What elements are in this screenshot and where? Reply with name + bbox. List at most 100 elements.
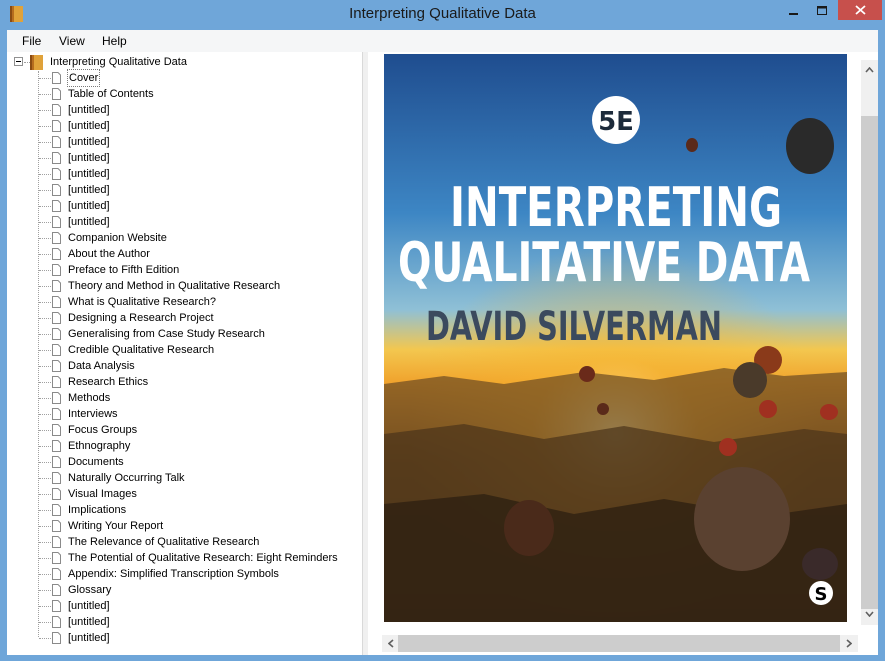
- tree-item[interactable]: Data Analysis: [68, 358, 135, 374]
- tree-item[interactable]: Methods: [68, 390, 110, 406]
- page-icon: [52, 616, 61, 628]
- tree-item[interactable]: [untitled]: [68, 166, 110, 182]
- tree-item[interactable]: [untitled]: [68, 614, 110, 630]
- close-button[interactable]: [838, 0, 882, 20]
- tree-item[interactable]: Focus Groups: [68, 422, 137, 438]
- toc-tree[interactable]: Interpreting Qualitative Data Cover Table…: [7, 52, 362, 655]
- page-icon: [52, 504, 61, 516]
- tree-item[interactable]: Cover: [66, 69, 101, 87]
- tree-item[interactable]: Appendix: Simplified Transcription Symbo…: [68, 566, 279, 582]
- page-icon: [52, 136, 61, 148]
- maximize-icon: [816, 6, 827, 15]
- page-icon: [52, 376, 61, 388]
- tree-item[interactable]: Credible Qualitative Research: [68, 342, 214, 358]
- page-icon: [52, 104, 61, 116]
- tree-item[interactable]: [untitled]: [68, 102, 110, 118]
- page-icon: [52, 440, 61, 452]
- tree-item[interactable]: Naturally Occurring Talk: [68, 470, 185, 486]
- menu-file[interactable]: File: [22, 34, 41, 48]
- page-icon: [52, 168, 61, 180]
- cover-image: 5E INTERPRETING QUALITATIVE DATA DAVID S…: [384, 54, 847, 622]
- page-icon: [52, 200, 61, 212]
- tree-connector: [39, 238, 51, 239]
- tree-item[interactable]: [untitled]: [68, 134, 110, 150]
- tree-item[interactable]: [untitled]: [68, 198, 110, 214]
- tree-connector: [39, 366, 51, 367]
- cover-title-line2: QUALITATIVE DATA: [398, 231, 810, 294]
- tree-item[interactable]: The Relevance of Qualitative Research: [68, 534, 259, 550]
- tree-item[interactable]: Ethnography: [68, 438, 130, 454]
- tree-connector: [39, 414, 51, 415]
- tree-item[interactable]: Theory and Method in Qualitative Researc…: [68, 278, 280, 294]
- tree-item[interactable]: What is Qualitative Research?: [68, 294, 216, 310]
- book-cover: 5E INTERPRETING QUALITATIVE DATA DAVID S…: [384, 54, 847, 622]
- tree-connector: [39, 126, 51, 127]
- tree-item[interactable]: Table of Contents: [68, 86, 154, 102]
- tree-item[interactable]: Visual Images: [68, 486, 137, 502]
- vertical-scroll-thumb[interactable]: [861, 116, 878, 609]
- page-icon: [52, 520, 61, 532]
- edition-label: 5E: [598, 107, 634, 137]
- tree-item[interactable]: [untitled]: [68, 118, 110, 134]
- tree-connector: [39, 590, 51, 591]
- page-icon: [52, 344, 61, 356]
- tree-connector: [39, 190, 51, 191]
- chevron-up-icon[interactable]: [865, 67, 874, 73]
- menu-help[interactable]: Help: [102, 34, 127, 48]
- collapse-toggle[interactable]: [14, 57, 23, 66]
- tree-item[interactable]: Interviews: [68, 406, 118, 422]
- tree-connector: [39, 638, 51, 639]
- tree-item[interactable]: [untitled]: [68, 150, 110, 166]
- tree-connector: [39, 158, 51, 159]
- page-icon: [52, 248, 61, 260]
- tree-item[interactable]: About the Author: [68, 246, 150, 262]
- maximize-button[interactable]: [808, 0, 836, 22]
- chevron-down-icon[interactable]: [865, 611, 874, 617]
- chevron-left-icon[interactable]: [388, 639, 394, 648]
- page-icon: [52, 232, 61, 244]
- title-bar[interactable]: Interpreting Qualitative Data: [0, 0, 885, 30]
- tree-connector: [39, 286, 51, 287]
- tree-connector: [39, 94, 51, 95]
- horizontal-scroll-thumb[interactable]: [398, 635, 840, 652]
- app-window: Interpreting Qualitative Data File View …: [0, 0, 885, 661]
- vertical-scrollbar[interactable]: [861, 60, 878, 625]
- tree-item[interactable]: Implications: [68, 502, 126, 518]
- tree-root[interactable]: Interpreting Qualitative Data: [50, 54, 187, 70]
- page-icon: [52, 328, 61, 340]
- tree-connector: [39, 110, 51, 111]
- publisher-mark: S: [815, 584, 828, 605]
- chevron-right-icon[interactable]: [846, 639, 852, 648]
- page-icon: [52, 120, 61, 132]
- tree-item[interactable]: Companion Website: [68, 230, 167, 246]
- tree-connector: [39, 174, 51, 175]
- tree-item[interactable]: [untitled]: [68, 630, 110, 646]
- page-icon: [52, 216, 61, 228]
- tree-connector: [39, 574, 51, 575]
- tree-item[interactable]: Generalising from Case Study Research: [68, 326, 265, 342]
- tree-item[interactable]: Glossary: [68, 582, 111, 598]
- tree-guide-line: [38, 71, 39, 637]
- tree-item[interactable]: The Potential of Qualitative Research: E…: [68, 550, 338, 566]
- tree-connector: [39, 302, 51, 303]
- tree-item[interactable]: Writing Your Report: [68, 518, 163, 534]
- tree-item[interactable]: Research Ethics: [68, 374, 148, 390]
- horizontal-scrollbar[interactable]: [382, 635, 858, 652]
- tree-item[interactable]: [untitled]: [68, 182, 110, 198]
- tree-connector: [39, 622, 51, 623]
- tree-item[interactable]: [untitled]: [68, 214, 110, 230]
- tree-connector: [39, 318, 51, 319]
- tree-connector: [39, 542, 51, 543]
- menu-view[interactable]: View: [59, 34, 85, 48]
- tree-connector: [39, 526, 51, 527]
- page-icon: [52, 488, 61, 500]
- page-icon: [52, 632, 61, 644]
- page-icon: [52, 456, 61, 468]
- tree-item[interactable]: [untitled]: [68, 598, 110, 614]
- tree-item[interactable]: Designing a Research Project: [68, 310, 214, 326]
- minimize-icon: [789, 13, 798, 15]
- tree-item[interactable]: Documents: [68, 454, 124, 470]
- tree-item[interactable]: Preface to Fifth Edition: [68, 262, 179, 278]
- page-icon: [52, 472, 61, 484]
- minimize-button[interactable]: [780, 0, 808, 22]
